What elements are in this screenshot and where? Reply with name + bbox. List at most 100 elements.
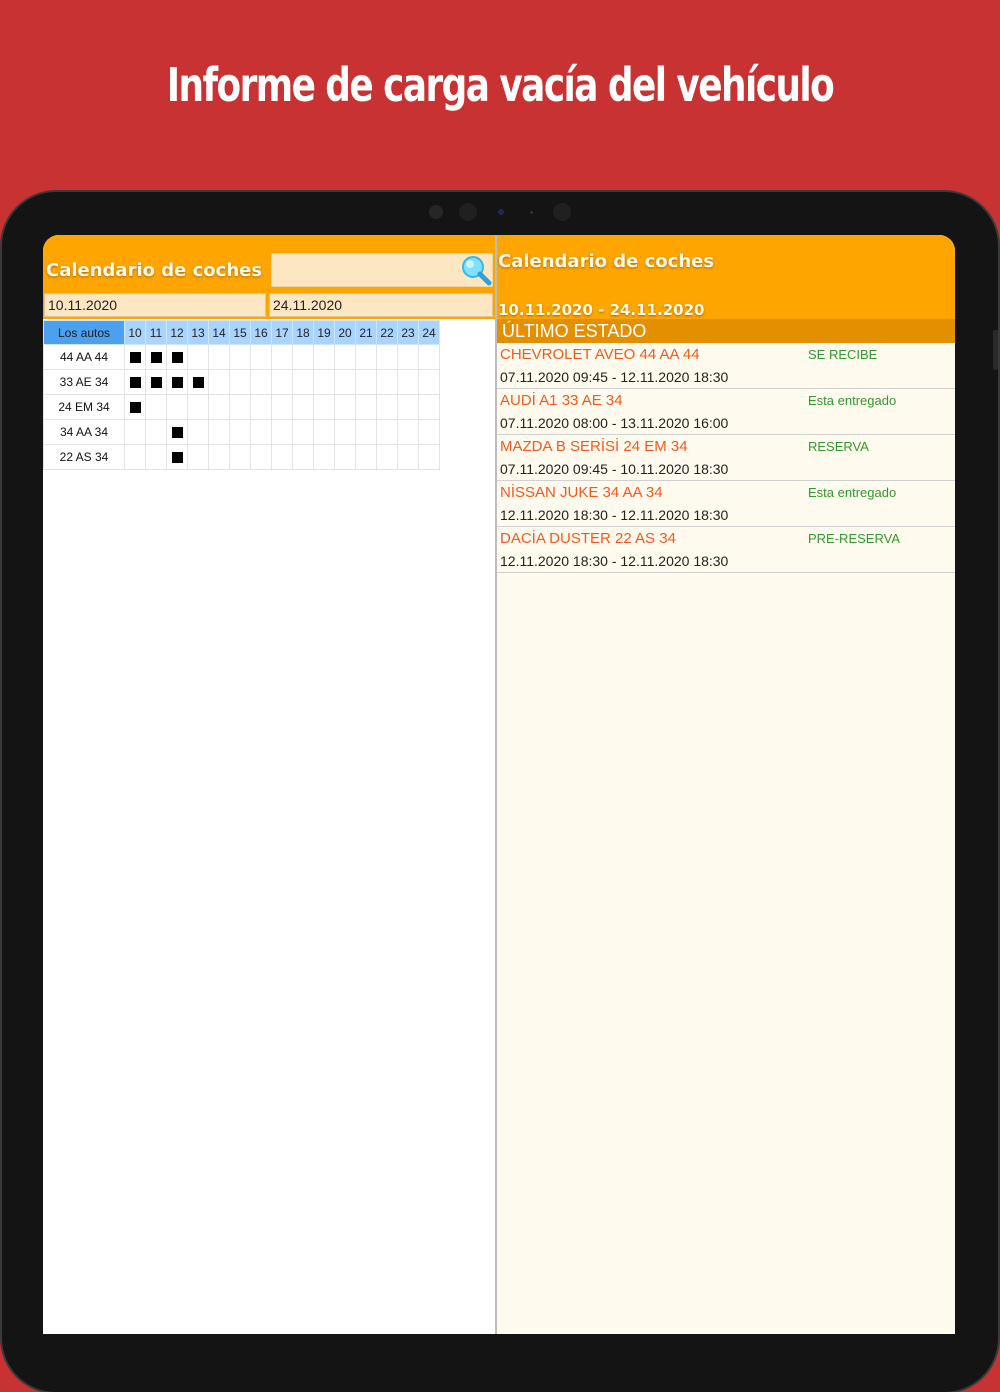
day-cell[interactable]	[397, 419, 419, 445]
table-row[interactable]: 22 AS 34	[43, 444, 440, 470]
day-cell[interactable]	[292, 419, 314, 445]
day-cell[interactable]	[124, 444, 146, 470]
day-cell[interactable]	[376, 344, 398, 370]
list-item[interactable]: AUDİ A1 33 AE 34 Esta entregado 07.11.2020…	[497, 389, 955, 435]
day-cell[interactable]	[250, 419, 272, 445]
day-cell[interactable]	[250, 394, 272, 420]
day-cell[interactable]	[229, 344, 251, 370]
day-cell[interactable]	[418, 394, 440, 420]
day-cell[interactable]	[166, 344, 188, 370]
day-cell[interactable]	[355, 369, 377, 395]
day-cell[interactable]	[313, 369, 335, 395]
day-cell[interactable]	[208, 369, 230, 395]
day-cell[interactable]	[271, 419, 293, 445]
day-cell[interactable]	[166, 394, 188, 420]
list-item[interactable]: DACİA DUSTER 22 AS 34 PRE-RESERVA 12.11.20…	[497, 527, 955, 573]
date-range: 07.11.2020 08:00 - 13.11.2020 16:00	[500, 415, 729, 431]
day-cell[interactable]	[418, 444, 440, 470]
day-cell[interactable]	[166, 444, 188, 470]
day-cell[interactable]	[418, 344, 440, 370]
day-cell[interactable]	[187, 394, 209, 420]
day-cell[interactable]	[145, 369, 167, 395]
day-cell[interactable]	[397, 394, 419, 420]
search-icon[interactable]	[459, 253, 493, 287]
day-cell[interactable]	[124, 419, 146, 445]
day-cell[interactable]	[334, 394, 356, 420]
status-badge: Esta entregado	[808, 393, 897, 408]
day-cell[interactable]	[124, 369, 146, 395]
date-from-input[interactable]: 10.11.2020	[44, 293, 266, 317]
list-item[interactable]: MAZDA B SERİSİ 24 EM 34 RESERVA 07.11.2020…	[497, 435, 955, 481]
day-cell[interactable]	[397, 444, 419, 470]
day-cell[interactable]	[397, 344, 419, 370]
day-cell[interactable]	[187, 369, 209, 395]
day-cell[interactable]	[271, 394, 293, 420]
day-cell[interactable]	[397, 369, 419, 395]
day-header-21: 21	[355, 320, 377, 345]
day-cell[interactable]	[124, 344, 146, 370]
day-cell[interactable]	[187, 419, 209, 445]
day-cell[interactable]	[313, 419, 335, 445]
list-item[interactable]: CHEVROLET AVEO 44 AA 44 SE RECIBE 07.11.20…	[497, 343, 955, 389]
day-cell[interactable]	[208, 419, 230, 445]
day-cell[interactable]	[124, 394, 146, 420]
day-cell[interactable]	[229, 369, 251, 395]
day-cell[interactable]	[418, 419, 440, 445]
car-plate: 33 AE 34	[43, 369, 125, 395]
day-cell[interactable]	[313, 444, 335, 470]
day-cell[interactable]	[292, 344, 314, 370]
day-cell[interactable]	[355, 444, 377, 470]
day-cell[interactable]	[313, 394, 335, 420]
front-camera-icon	[553, 203, 571, 221]
day-cell[interactable]	[313, 344, 335, 370]
day-cell[interactable]	[334, 419, 356, 445]
day-header-10: 10	[124, 320, 146, 345]
day-cell[interactable]	[376, 419, 398, 445]
day-cell[interactable]	[334, 444, 356, 470]
date-range-label: 10.11.2020 - 24.11.2020	[498, 301, 705, 319]
day-cell[interactable]	[271, 369, 293, 395]
table-row[interactable]: 44 AA 44	[43, 344, 440, 370]
table-row[interactable]: 34 AA 34	[43, 419, 440, 445]
table-row[interactable]: 24 EM 34	[43, 394, 440, 420]
table-row[interactable]: 33 AE 34	[43, 369, 440, 395]
day-cell[interactable]	[292, 444, 314, 470]
list-item[interactable]: NİSSAN JUKE 34 AA 34 Esta entregado 12.11.…	[497, 481, 955, 527]
day-cell[interactable]	[145, 394, 167, 420]
day-cell[interactable]	[229, 394, 251, 420]
day-cell[interactable]	[250, 369, 272, 395]
day-cell[interactable]	[355, 419, 377, 445]
day-cell[interactable]	[145, 344, 167, 370]
day-cell[interactable]	[250, 344, 272, 370]
date-range: 07.11.2020 09:45 - 12.11.2020 18:30	[500, 369, 729, 385]
day-cell[interactable]	[355, 394, 377, 420]
day-cell[interactable]	[145, 419, 167, 445]
day-header-24: 24	[418, 320, 440, 345]
day-cell[interactable]	[376, 444, 398, 470]
day-cell[interactable]	[145, 444, 167, 470]
day-cell[interactable]	[355, 344, 377, 370]
day-cell[interactable]	[271, 344, 293, 370]
day-header-18: 18	[292, 320, 314, 345]
day-cell[interactable]	[334, 369, 356, 395]
day-cell[interactable]	[418, 369, 440, 395]
day-cell[interactable]	[376, 394, 398, 420]
day-cell[interactable]	[166, 369, 188, 395]
day-cell[interactable]	[292, 369, 314, 395]
left-header: Calendario de coches 10.11.2020 24.11.20…	[43, 235, 495, 319]
day-cell[interactable]	[187, 344, 209, 370]
day-cell[interactable]	[334, 344, 356, 370]
day-cell[interactable]	[187, 444, 209, 470]
day-cell[interactable]	[250, 444, 272, 470]
day-cell[interactable]	[229, 444, 251, 470]
day-cell[interactable]	[229, 419, 251, 445]
day-cell[interactable]	[208, 444, 230, 470]
date-to-input[interactable]: 24.11.2020	[269, 293, 493, 317]
day-cell[interactable]	[271, 444, 293, 470]
day-cell[interactable]	[376, 369, 398, 395]
day-cell[interactable]	[166, 419, 188, 445]
day-cell[interactable]	[292, 394, 314, 420]
day-cell[interactable]	[208, 394, 230, 420]
app-screen: Calendario de coches 10.11.2020 24.11.20…	[43, 235, 955, 1334]
day-cell[interactable]	[208, 344, 230, 370]
